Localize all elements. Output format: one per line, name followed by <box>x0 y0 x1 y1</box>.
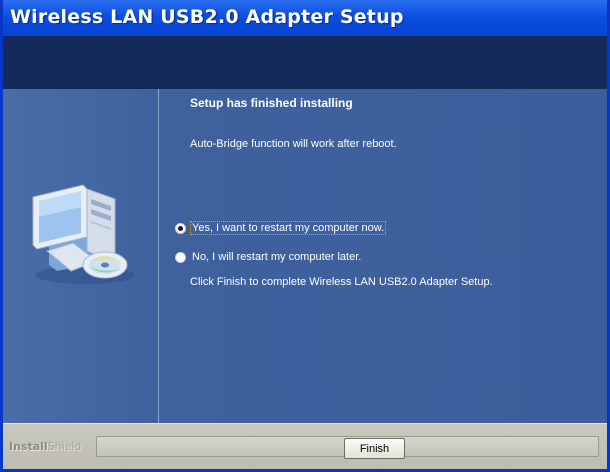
restart-later-option[interactable]: No, I will restart my computer later. <box>175 249 362 265</box>
computer-with-cd-icon <box>32 184 135 284</box>
header-band <box>3 36 607 89</box>
content-area: Setup has finished installing Auto-Bridg… <box>3 89 607 423</box>
restart-now-label[interactable]: Yes, I want to restart my computer now. <box>189 221 387 235</box>
finish-instruction: Click Finish to complete Wireless LAN US… <box>190 276 493 288</box>
finish-button[interactable]: Finish <box>344 438 405 459</box>
radio-unselected-icon[interactable] <box>175 251 186 263</box>
window-title: Wireless LAN USB2.0 Adapter Setup <box>10 6 404 28</box>
completion-heading: Setup has finished installing <box>190 96 353 110</box>
setup-window: Wireless LAN USB2.0 Adapter Setup Setup … <box>0 0 610 472</box>
auto-bridge-message: Auto-Bridge function will work after reb… <box>190 138 397 150</box>
panel-divider <box>158 89 159 423</box>
installshield-logo: InstallShield <box>9 440 82 453</box>
radio-selected-icon[interactable] <box>175 222 186 234</box>
restart-later-label[interactable]: No, I will restart my computer later. <box>191 251 362 263</box>
restart-now-option[interactable]: Yes, I want to restart my computer now. <box>175 220 387 236</box>
footer-bar: InstallShield Finish <box>3 423 607 469</box>
title-bar[interactable]: Wireless LAN USB2.0 Adapter Setup <box>3 0 607 36</box>
